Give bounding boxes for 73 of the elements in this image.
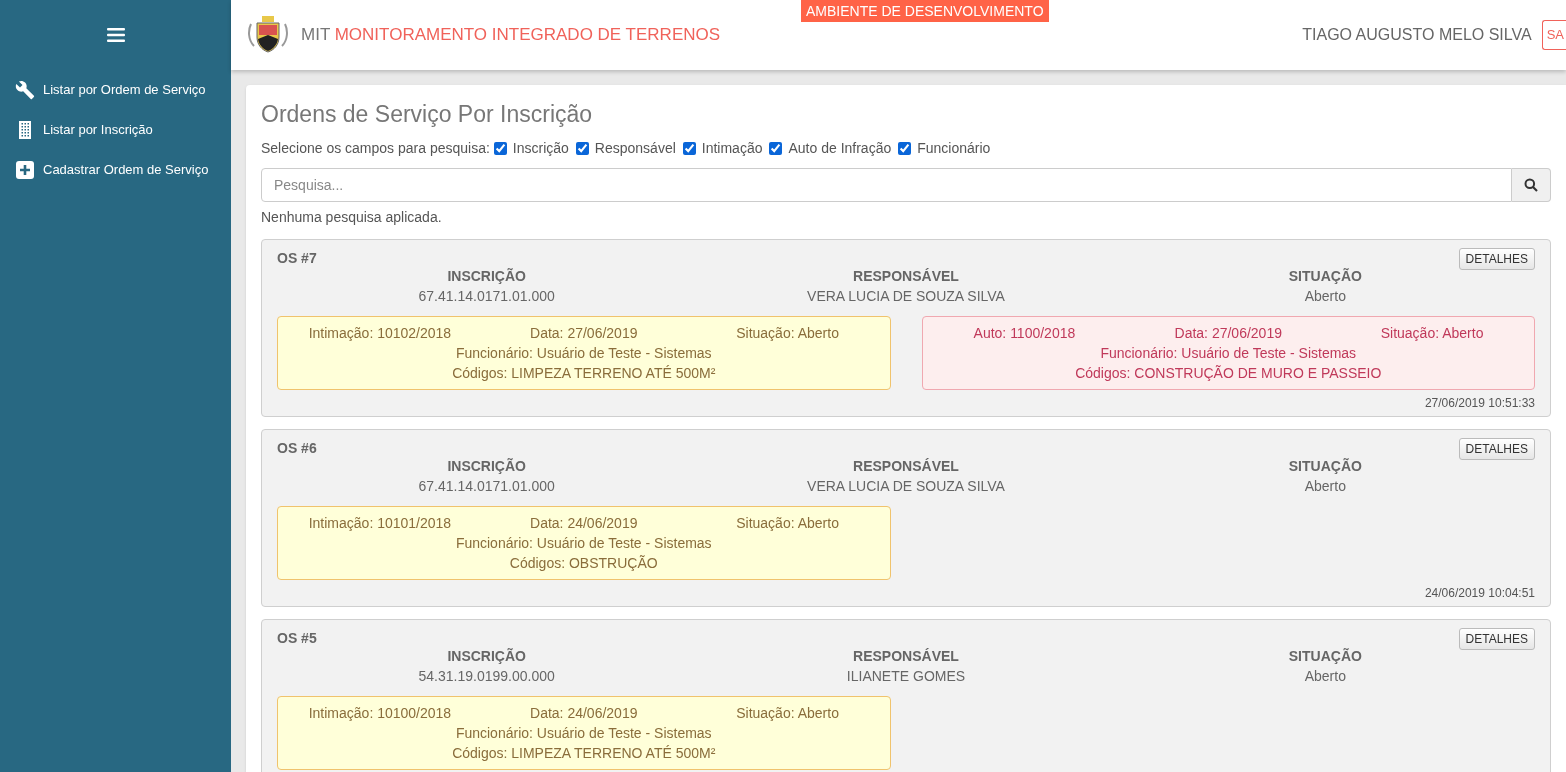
notice-codes: Códigos: LIMPEZA TERRENO ATÉ 500M² [452,744,716,763]
column-label: SITUAÇÃO [1288,457,1362,476]
notice-codes: Códigos: CONSTRUÇÃO DE MURO E PASSEIO [1075,364,1382,383]
column-label: SITUAÇÃO [1288,267,1362,286]
search-button[interactable] [1512,168,1551,202]
notice-employee: Funcionário: Usuário de Teste - Sistemas [455,534,712,553]
column-value: Aberto [1304,477,1346,496]
column-label: INSCRIÇÃO [447,457,526,476]
field-checkbox[interactable] [575,142,589,155]
column-value: Aberto [1304,667,1346,686]
notice-status: Situação: Aberto [735,324,840,343]
search-status: Nenhuma pesquisa aplicada. [261,208,443,227]
app-name: MONITORAMENTO INTEGRADO DE TERRENOS [334,25,721,45]
order-title: OS #7 [277,249,317,267]
column-value: 67.41.14.0171.01.000 [418,287,555,306]
notice-codes: Códigos: OBSTRUÇÃO [509,554,658,573]
column-value: 54.31.19.0199.00.000 [418,667,555,686]
environment-badge: AMBIENTE DE DESENVOLVIMENTO [801,0,1049,22]
search-field[interactable]: Pesquisa... [261,168,1512,202]
order-timestamp: 24/06/2019 10:04:51 [1424,585,1535,602]
checkbox-label: Inscrição [512,139,569,158]
order-title: OS #6 [277,439,317,457]
checkbox-label: Auto de Infração [788,139,892,158]
app-abbreviation: MIT [301,25,330,45]
fields-label: Selecione os campos para pesquisa: [261,139,490,158]
notice-number: Auto: 1100/2018 [972,324,1077,343]
checkbox-label: Funcionário [917,139,991,158]
column-label: SITUAÇÃO [1288,647,1362,666]
field-checkbox[interactable] [898,142,912,155]
notice-date: Data: 27/06/2019 [1173,324,1283,343]
sidebar-item[interactable]: Cadastrar Ordem de Serviço [0,150,231,190]
column-value: VERA LUCIA DE SOUZA SILVA [807,287,1005,306]
notice-date: Data: 24/06/2019 [529,514,639,533]
column-label: RESPONSÁVEL [853,267,959,286]
notice-status: Situação: Aberto [735,704,840,723]
order-title: OS #5 [277,629,317,647]
column-value: Aberto [1304,287,1346,306]
notice-date: Data: 24/06/2019 [529,704,639,723]
notice-number: Intimação: 10101/2018 [307,514,453,533]
notice-date: Data: 27/06/2019 [529,324,639,343]
column-label: RESPONSÁVEL [853,647,959,666]
user-name: TIAGO AUGUSTO MELO SILVA [1302,25,1532,45]
search-icon [1524,178,1538,192]
notice-codes: Códigos: LIMPEZA TERRENO ATÉ 500M² [452,364,716,383]
column-value: VERA LUCIA DE SOUZA SILVA [807,477,1005,496]
sidebar-item[interactable]: Listar por Ordem de Serviço [0,70,231,110]
notice-employee: Funcionário: Usuário de Teste - Sistemas [1100,344,1357,363]
field-checkbox[interactable] [682,142,696,155]
notice-status: Situação: Aberto [1379,324,1485,343]
notice-number: Intimação: 10102/2018 [307,324,453,343]
column-value: ILIANETE GOMES [846,667,966,686]
plus-icon [15,160,35,180]
menu-icon[interactable] [106,28,125,42]
logout-button[interactable]: SA [1541,20,1566,50]
column-value: 67.41.14.0171.01.000 [418,477,555,496]
notice-number: Intimação: 10100/2018 [307,704,453,723]
notice-status: Situação: Aberto [735,514,840,533]
page-title: Ordens de Serviço Por Inscrição [261,100,594,129]
sidebar-item[interactable]: Listar por Inscrição [0,110,231,150]
checkbox-label: Intimação [701,139,763,158]
order-timestamp: 27/06/2019 10:51:33 [1424,395,1535,412]
wrench-icon [15,80,35,100]
details-button[interactable]: DETALHES [1458,248,1535,270]
notice-employee: Funcionário: Usuário de Teste - Sistemas [455,344,712,363]
column-label: RESPONSÁVEL [853,457,959,476]
field-checkbox[interactable] [493,142,507,155]
column-label: INSCRIÇÃO [447,647,526,666]
column-label: INSCRIÇÃO [447,267,526,286]
field-checkbox[interactable] [769,142,783,155]
details-button[interactable]: DETALHES [1458,438,1535,460]
notice-employee: Funcionário: Usuário de Teste - Sistemas [455,724,712,743]
details-button[interactable]: DETALHES [1458,628,1535,650]
checkbox-label: Responsável [594,139,676,158]
